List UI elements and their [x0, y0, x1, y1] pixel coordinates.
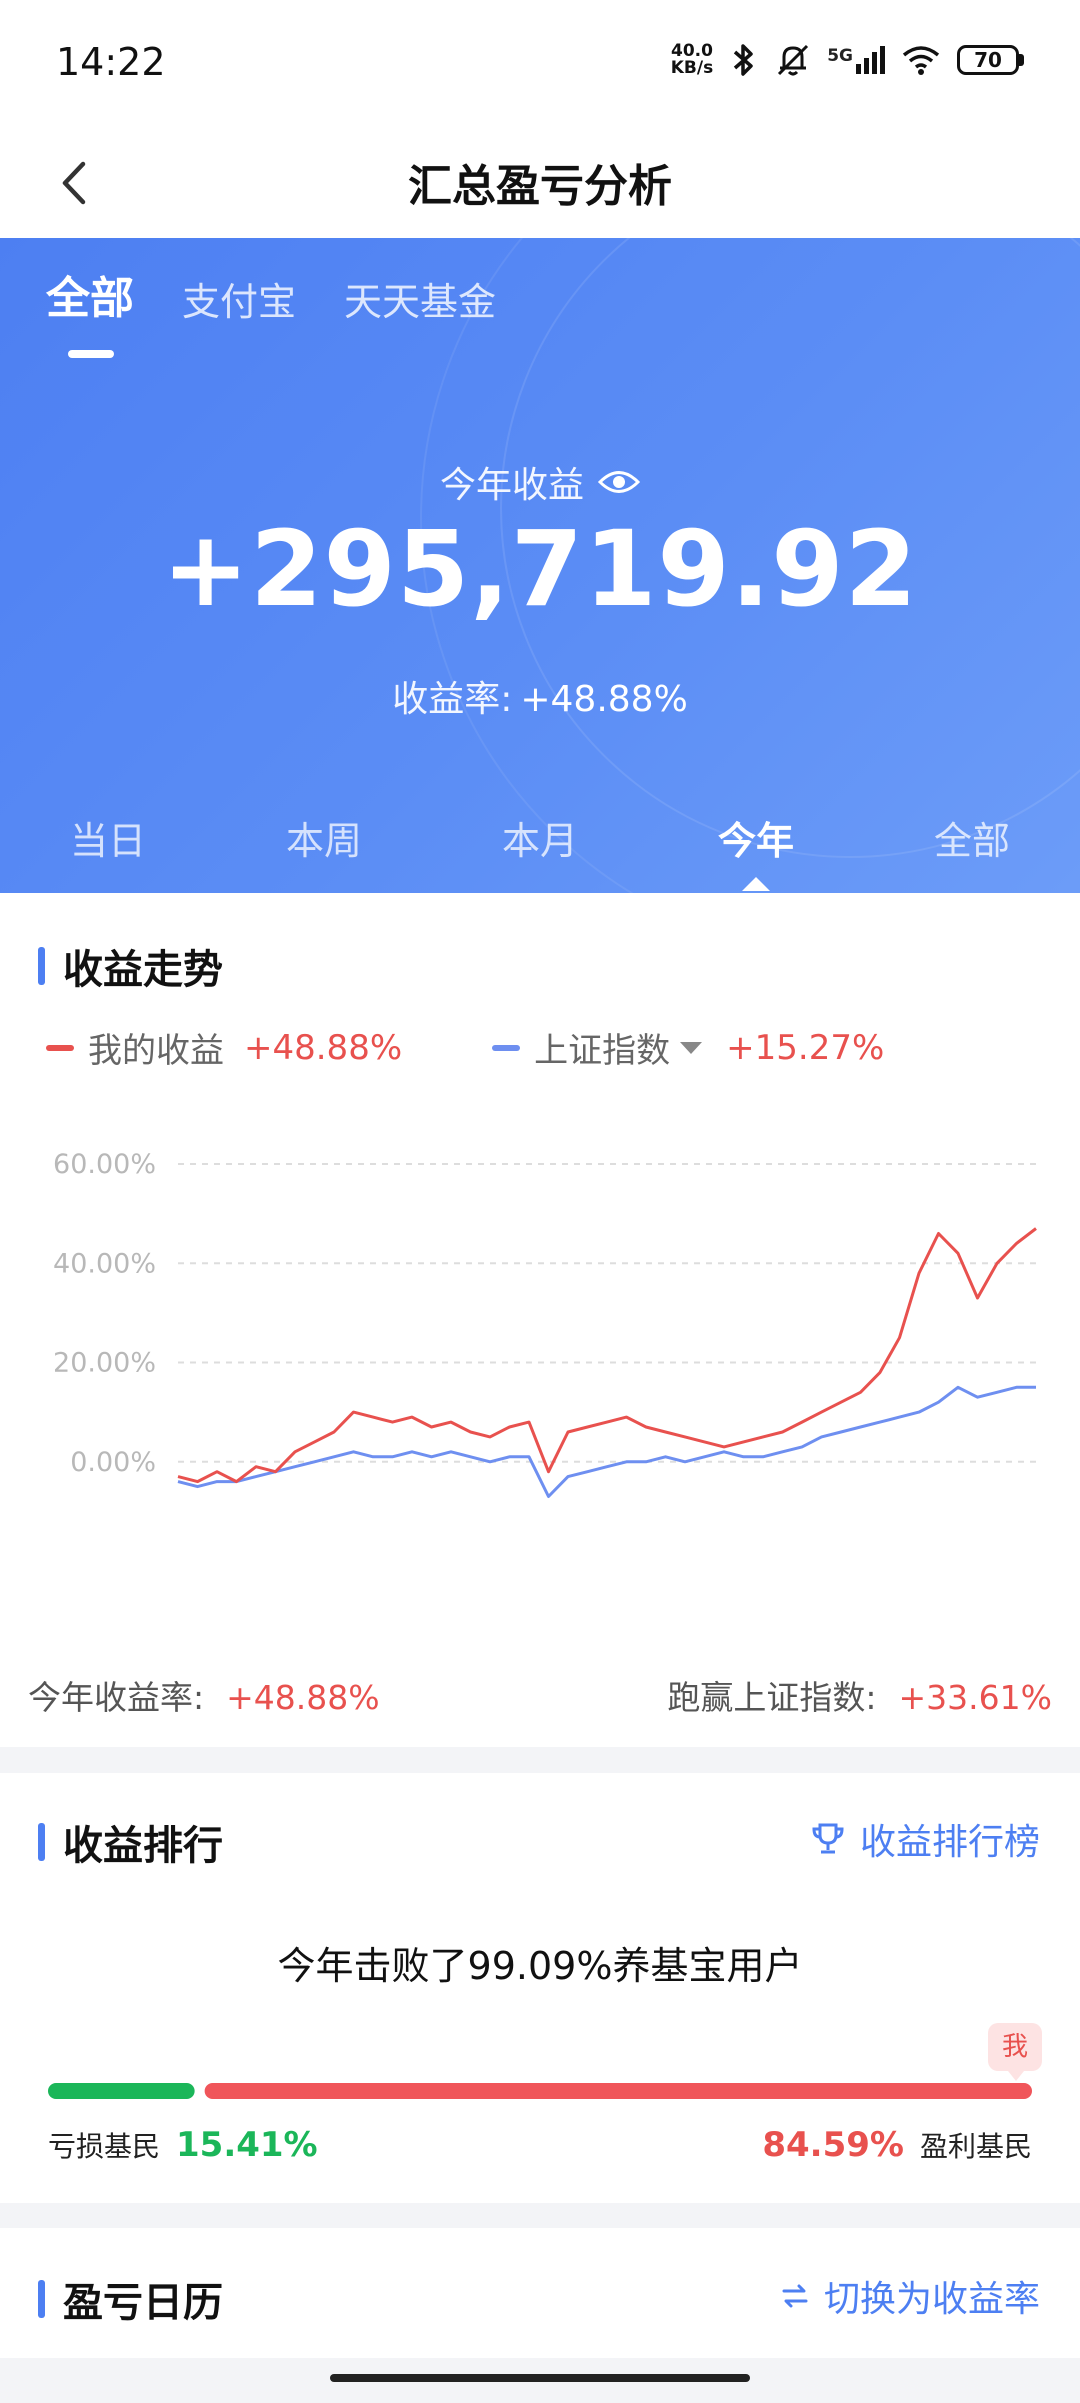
- net-speed-unit: KB/s: [670, 58, 714, 78]
- summary-rate: 今年收益率: +48.88%: [28, 1671, 380, 1719]
- ranking-list-link[interactable]: 收益排行榜: [810, 1813, 1040, 1865]
- status-time: 14:22: [56, 40, 166, 84]
- home-indicator[interactable]: [330, 2374, 750, 2382]
- legend-index-value: +15.27%: [726, 1027, 885, 1068]
- summary-rate-value: +48.88%: [226, 1678, 380, 1717]
- mute-bell-icon: [778, 44, 809, 76]
- summary-beat-label: 跑赢上证指数:: [667, 1678, 877, 1717]
- signal-type: 5G: [827, 46, 853, 66]
- battery-level: 70: [957, 45, 1019, 75]
- tab-year[interactable]: 今年: [648, 810, 864, 891]
- year-profit-amount: +295,719.92: [161, 508, 919, 630]
- y-tick-label: 40.00%: [53, 1248, 156, 1279]
- ranking-card: 收益排行 收益排行榜 今年击败了99.09%养基宝用户 我 亏损基民 15.41%…: [0, 1773, 1080, 2203]
- summary-beat: 跑赢上证指数: +33.61%: [667, 1671, 1052, 1719]
- loss-group: 亏损基民 15.41%: [48, 2125, 318, 2165]
- summary-rate-label: 今年收益率:: [28, 1678, 205, 1717]
- profit-loss-bar: [48, 2083, 1032, 2099]
- tab-alipay[interactable]: 支付宝: [182, 271, 296, 326]
- ranking-title: 收益排行: [63, 1823, 223, 1869]
- hero-rate-value: +48.88%: [520, 679, 688, 720]
- summary-beat-value: +33.61%: [898, 1678, 1052, 1717]
- switch-label: 切换为收益率: [823, 2279, 1040, 2320]
- tab-year-label: 今年: [717, 819, 794, 863]
- wifi-icon: [902, 46, 940, 75]
- legend-index-name: 上证指数: [534, 1031, 671, 1071]
- series-line-mine: [177, 1227, 1037, 1484]
- trend-chart: 60.00%40.00%20.00%0.00%-20.00%2025-01-02…: [53, 1149, 1037, 1498]
- eye-icon[interactable]: [598, 467, 640, 497]
- page-title: 汇总盈亏分析: [408, 161, 672, 212]
- profit-segment: [204, 2083, 1032, 2099]
- loss-segment: [48, 2083, 195, 2099]
- tab-day[interactable]: 当日: [0, 810, 216, 865]
- trend-summary: 今年收益率: +48.88% 跑赢上证指数: +33.61%: [28, 1671, 1052, 1719]
- hero-summary: 全部 支付宝 天天基金 今年收益 +295,719.92 收益率: +48.88%…: [0, 238, 1080, 893]
- nav-bar: 汇总盈亏分析: [0, 128, 1080, 238]
- calendar-title: 盈亏日历: [63, 2280, 223, 2326]
- me-tag: 我: [988, 2023, 1042, 2081]
- bluetooth-icon: [734, 44, 753, 76]
- tab-week[interactable]: 本周: [216, 810, 432, 865]
- beat-users-text: 今年击败了99.09%养基宝用户: [277, 1944, 803, 1988]
- hero-rate-row: 收益率: +48.88%: [0, 670, 1080, 722]
- chart-legend: 我的收益 +48.88% 上证指数 +15.27%: [46, 1023, 974, 1072]
- loss-percent: 15.41%: [176, 2125, 318, 2165]
- calendar-card: 盈亏日历 切换为收益率: [0, 2228, 1080, 2358]
- cell-signal-icon: 5G: [827, 46, 885, 74]
- profit-label: 盈利基民: [919, 2130, 1032, 2163]
- hero-label: 今年收益: [439, 465, 584, 506]
- status-bar: 14:22 40.0 KB/s 5G 70: [0, 0, 1080, 128]
- ranking-link-label: 收益排行榜: [859, 1822, 1040, 1863]
- hero-rate-label: 收益率:: [392, 679, 513, 720]
- switch-to-rate-button[interactable]: 切换为收益率: [780, 2270, 1040, 2322]
- tab-tiantian-fund[interactable]: 天天基金: [344, 271, 496, 326]
- trend-title: 收益走势: [63, 947, 223, 993]
- y-tick-label: 20.00%: [53, 1348, 156, 1379]
- swap-arrows-icon: [782, 2284, 808, 2308]
- battery-icon: 70: [957, 45, 1024, 75]
- tab-month[interactable]: 本月: [432, 810, 648, 865]
- tab-all-accounts[interactable]: 全部: [46, 262, 134, 358]
- period-tabs: 当日 本周 本月 今年 全部: [0, 810, 1080, 891]
- legend-mine: 我的收益 +48.88%: [46, 1023, 402, 1072]
- legend-mine-value: +48.88%: [244, 1027, 403, 1068]
- legend-mine-name: 我的收益: [88, 1031, 224, 1071]
- status-icons: 40.0 KB/s 5G 70: [671, 42, 1024, 78]
- rank-labels: 亏损基民 15.41% 84.59% 盈利基民: [48, 2125, 1032, 2165]
- y-tick-label: 0.00%: [70, 1447, 156, 1478]
- legend-index[interactable]: 上证指数 +15.27%: [492, 1023, 884, 1072]
- caret-down-icon: [680, 1041, 703, 1054]
- tab-all-time[interactable]: 全部: [864, 810, 1080, 865]
- trophy-icon: [812, 1823, 844, 1854]
- profit-group: 84.59% 盈利基民: [762, 2125, 1032, 2165]
- hero-label-row: 今年收益: [0, 456, 1080, 508]
- loss-label: 亏损基民: [48, 2130, 161, 2163]
- trend-card: 收益走势 我的收益 +48.88% 上证指数 +15.27% 60.00% 40.…: [0, 893, 1080, 1747]
- trend-header: 收益走势: [38, 937, 223, 995]
- calendar-header: 盈亏日历: [38, 2270, 223, 2328]
- series-line-index: [177, 1385, 1036, 1498]
- y-tick-label: 60.00%: [53, 1149, 156, 1180]
- ranking-header: 收益排行: [38, 1813, 223, 1871]
- profit-percent: 84.59%: [762, 2125, 904, 2165]
- net-speed: 40.0 KB/s: [671, 43, 713, 77]
- account-tabs: 全部 支付宝 天天基金: [46, 262, 496, 358]
